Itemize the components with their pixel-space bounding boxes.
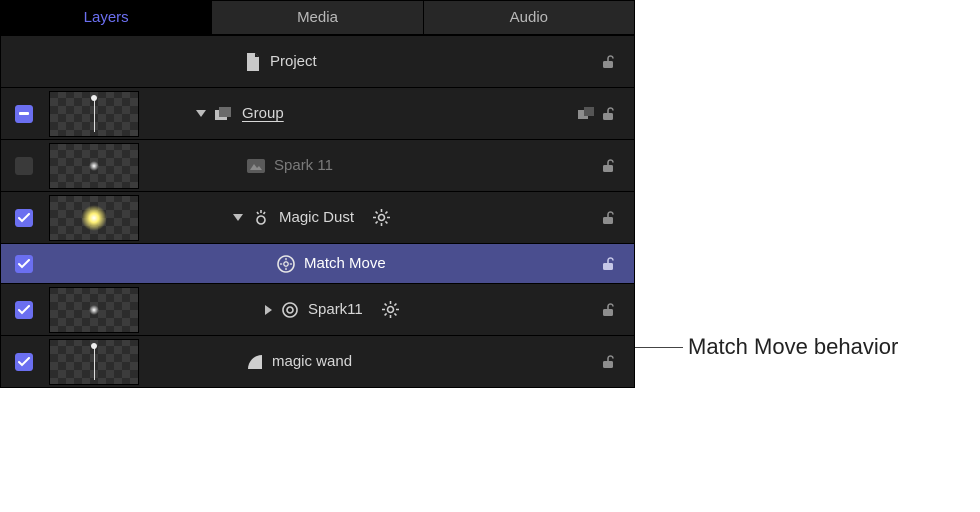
tab-layers[interactable]: Layers [1, 1, 212, 35]
lock-open-icon[interactable] [602, 211, 620, 225]
isolate-icon[interactable] [578, 107, 596, 121]
match-move-label: Match Move [304, 255, 386, 272]
thumbnail-spark11a[interactable] [49, 143, 139, 189]
thumbnail-spark11b[interactable] [49, 287, 139, 333]
shape-icon [247, 354, 263, 370]
enable-checkbox-off[interactable] [15, 157, 33, 175]
spark11a-label: Spark 11 [274, 157, 333, 174]
behavior-icon [277, 255, 295, 273]
behavior-gear-icon[interactable] [382, 301, 399, 318]
tab-media[interactable]: Media [212, 1, 423, 35]
lock-open-icon[interactable] [602, 355, 620, 369]
enable-checkbox-on[interactable] [15, 301, 33, 319]
document-icon [245, 53, 261, 71]
row-group[interactable]: Group [1, 87, 634, 139]
lock-open-icon[interactable] [602, 257, 620, 271]
magic-dust-label: Magic Dust [279, 209, 354, 226]
row-match-move[interactable]: Match Move [1, 243, 634, 283]
thumbnail-magic-wand[interactable] [49, 339, 139, 385]
row-project[interactable]: Project [1, 35, 634, 87]
tab-bar: Layers Media Audio [1, 1, 634, 35]
behavior-gear-icon[interactable] [373, 209, 390, 226]
callout-leader-line [635, 347, 683, 348]
enable-checkbox-on[interactable] [15, 209, 33, 227]
row-magic-wand[interactable]: magic wand [1, 335, 634, 387]
row-spark11b[interactable]: Spark11 [1, 283, 634, 335]
tab-audio[interactable]: Audio [424, 1, 634, 35]
lock-open-icon[interactable] [602, 107, 620, 121]
spark11b-label: Spark11 [308, 301, 363, 318]
lock-open-icon[interactable] [602, 303, 620, 317]
group-label[interactable]: Group [242, 105, 284, 122]
lock-open-icon[interactable] [602, 159, 620, 173]
thumbnail-magic-dust[interactable] [49, 195, 139, 241]
row-spark11-disabled[interactable]: Spark 11 [1, 139, 634, 191]
enable-checkbox-mixed[interactable] [15, 105, 33, 123]
enable-checkbox-on[interactable] [15, 255, 33, 273]
row-magic-dust[interactable]: Magic Dust [1, 191, 634, 243]
magic-wand-label: magic wand [272, 353, 352, 370]
disclosure-down-icon[interactable] [233, 214, 243, 221]
lock-open-icon[interactable] [602, 55, 620, 69]
emitter-icon [252, 210, 270, 226]
project-label: Project [270, 53, 317, 70]
disclosure-right-icon[interactable] [265, 305, 272, 315]
image-icon [247, 159, 265, 173]
disclosure-down-icon[interactable] [196, 110, 206, 117]
thumbnail-group[interactable] [49, 91, 139, 137]
callout-label: Match Move behavior [688, 334, 898, 360]
enable-checkbox-on[interactable] [15, 353, 33, 371]
layers-panel: Layers Media Audio Project Group [0, 0, 635, 388]
group-layers-icon [215, 107, 233, 121]
particle-cell-icon [281, 301, 299, 319]
